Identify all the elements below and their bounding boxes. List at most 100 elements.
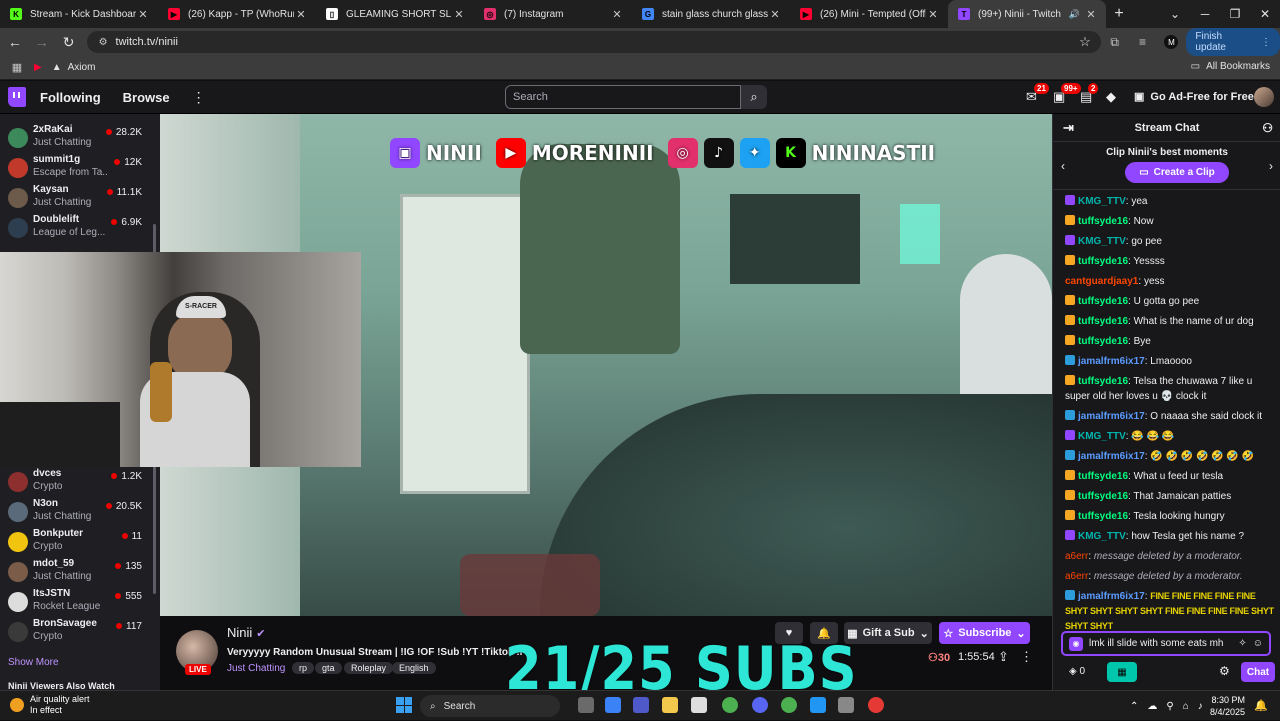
chat-username[interactable]: tuffsyde16 bbox=[1078, 296, 1128, 307]
twitch-logo-icon[interactable] bbox=[8, 87, 26, 107]
subscribe-button[interactable]: ☆ Subscribe ⌄ bbox=[939, 622, 1030, 644]
nav-following[interactable]: Following bbox=[40, 90, 101, 105]
chat-username[interactable]: KMG_TTV bbox=[1078, 236, 1126, 247]
user-avatar[interactable] bbox=[1254, 87, 1274, 107]
reload-button[interactable]: ↻ bbox=[57, 34, 81, 51]
chat-username[interactable]: jamalfrm6ix17 bbox=[1078, 451, 1145, 462]
site-info-icon[interactable]: ⚙ bbox=[99, 37, 108, 48]
channel-points-icon[interactable]: ◉ bbox=[1069, 636, 1083, 651]
copilot-icon[interactable] bbox=[605, 697, 621, 713]
bookmark-star-icon[interactable]: ☆ bbox=[1079, 34, 1091, 50]
more-options-icon[interactable]: ⋮ bbox=[1020, 649, 1033, 665]
channel-name[interactable]: Ninii ✔ bbox=[227, 625, 266, 640]
chat-username[interactable]: cantguardjaay1 bbox=[1065, 276, 1138, 287]
profile-avatar[interactable]: M bbox=[1164, 35, 1179, 49]
show-more-link[interactable]: Show More bbox=[8, 657, 59, 668]
bookmark-axiom[interactable]: ▲ Axiom bbox=[52, 62, 96, 73]
browser-tab[interactable]: T (99+) Ninii - Twitch 🔊 ✕ bbox=[948, 0, 1106, 28]
file-explorer-icon[interactable] bbox=[662, 697, 678, 713]
finish-update-button[interactable]: Finish update ⋮ bbox=[1186, 28, 1280, 56]
minimize-button[interactable]: ─ bbox=[1190, 7, 1220, 21]
back-button[interactable]: ← bbox=[3, 34, 27, 50]
chat-username[interactable]: a6err bbox=[1065, 571, 1088, 582]
calculator-icon[interactable] bbox=[838, 697, 854, 713]
gift-button[interactable]: ▦ bbox=[1107, 662, 1137, 682]
apps-grid-icon[interactable]: ▦ bbox=[0, 61, 34, 74]
chat-username[interactable]: jamalfrm6ix17 bbox=[1078, 356, 1145, 367]
sidebar-channel[interactable]: Doublelift League of Leg... 6.9K bbox=[0, 212, 160, 242]
chat-username[interactable]: tuffsyde16 bbox=[1078, 491, 1128, 502]
clock[interactable]: 8:30 PM 8/4/2025 bbox=[1205, 694, 1245, 718]
browser-tab[interactable]: K Stream - Kick Dashboard ✕ bbox=[0, 0, 158, 28]
all-bookmarks[interactable]: ▭ All Bookmarks bbox=[1191, 61, 1270, 72]
close-tab-icon[interactable]: ✕ bbox=[294, 8, 308, 21]
inbox-icon[interactable]: ✉ 21 bbox=[1026, 83, 1049, 105]
forward-button[interactable]: → bbox=[30, 34, 54, 50]
nav-browse[interactable]: Browse bbox=[123, 90, 170, 105]
sidebar-channel[interactable]: summit1g Escape from Ta... 12K bbox=[0, 152, 160, 182]
chat-username[interactable]: KMG_TTV bbox=[1078, 196, 1126, 207]
obs-icon[interactable] bbox=[868, 697, 884, 713]
sidebar-channel[interactable]: mdot_59 Just Chatting 135 bbox=[0, 556, 160, 586]
chat-username[interactable]: jamalfrm6ix17 bbox=[1078, 591, 1145, 602]
extensions-icon[interactable]: ⧉ bbox=[1101, 35, 1129, 50]
create-clip-button[interactable]: ▭ Create a Clip bbox=[1125, 162, 1229, 183]
chat-username[interactable]: a6err bbox=[1065, 551, 1088, 562]
more-menu-icon[interactable]: ⋮ bbox=[192, 89, 206, 106]
browser-tab[interactable]: ◎ (7) Instagram ✕ bbox=[474, 0, 632, 28]
go-adfree-button[interactable]: ▣ Go Ad-Free for Free bbox=[1134, 90, 1254, 104]
magic-wand-icon[interactable]: ✧ bbox=[1238, 638, 1246, 649]
channel-points[interactable]: ◈ 0 bbox=[1069, 666, 1085, 677]
whispers-icon[interactable]: ▣ 99+ bbox=[1053, 83, 1081, 105]
notification-center-icon[interactable]: 🔔 bbox=[1254, 699, 1268, 712]
close-tab-icon[interactable]: ✕ bbox=[610, 8, 624, 21]
store-icon[interactable] bbox=[691, 697, 707, 713]
close-tab-icon[interactable]: ✕ bbox=[136, 8, 150, 21]
browser-tab[interactable]: ▶ (26) Kapp - TP (WhoRunItNYC✕ bbox=[158, 0, 316, 28]
teams-icon[interactable] bbox=[633, 697, 649, 713]
close-tab-icon[interactable]: ✕ bbox=[1084, 8, 1098, 21]
close-window-button[interactable]: ✕ bbox=[1250, 7, 1280, 21]
sidebar-channel[interactable]: 2xRaKai Just Chatting 28.2K bbox=[0, 122, 160, 152]
bits-icon[interactable]: ◆ bbox=[1106, 89, 1116, 105]
close-tab-icon[interactable]: ✕ bbox=[926, 8, 940, 21]
send-chat-button[interactable]: Chat bbox=[1241, 662, 1275, 682]
chat-username[interactable]: KMG_TTV bbox=[1078, 531, 1126, 542]
browser-tab[interactable]: ▶ (26) Mini - Tempted (Official M✕ bbox=[790, 0, 948, 28]
share-icon[interactable]: ⇪ bbox=[998, 649, 1009, 665]
chat-input[interactable]: ◉ lmk ill slide with some eats mh ✧ ☺ bbox=[1061, 631, 1271, 656]
chat-username[interactable]: KMG_TTV bbox=[1078, 431, 1126, 442]
chat-username[interactable]: tuffsyde16 bbox=[1078, 376, 1128, 387]
chat-settings-icon[interactable]: ⚙ bbox=[1219, 664, 1230, 678]
tray-overflow-icon[interactable]: ⌃ bbox=[1130, 701, 1138, 712]
previous-arrow-icon[interactable]: ‹ bbox=[1061, 159, 1065, 173]
community-icon[interactable]: ⚇ bbox=[1262, 121, 1273, 135]
chat-username[interactable]: tuffsyde16 bbox=[1078, 216, 1128, 227]
tab-audio-icon[interactable]: 🔊 bbox=[1069, 9, 1080, 20]
chrome-icon[interactable] bbox=[722, 697, 738, 713]
chat-username[interactable]: tuffsyde16 bbox=[1078, 336, 1128, 347]
close-tab-icon[interactable]: ✕ bbox=[452, 8, 466, 21]
sidebar-channel[interactable]: Kaysan Just Chatting 11.1K bbox=[0, 182, 160, 212]
sidebar-channel[interactable]: N3on Just Chatting 20.5K bbox=[0, 496, 160, 526]
task-view-icon[interactable] bbox=[578, 697, 594, 713]
discord-icon[interactable] bbox=[752, 697, 768, 713]
start-button[interactable] bbox=[396, 697, 412, 713]
search-button[interactable]: ⌕ bbox=[741, 85, 767, 109]
chat-username[interactable]: tuffsyde16 bbox=[1078, 256, 1128, 267]
chrome-profile-icon[interactable] bbox=[781, 697, 797, 713]
chat-username[interactable]: jamalfrm6ix17 bbox=[1078, 411, 1145, 422]
media-controls-icon[interactable]: ≡ bbox=[1129, 35, 1157, 49]
sidebar-channel[interactable]: ItsJSTN Rocket League 555 bbox=[0, 586, 160, 616]
microphone-icon[interactable]: ⚲ bbox=[1166, 701, 1173, 712]
cloud-icon[interactable]: ☁ bbox=[1147, 701, 1157, 712]
bookmark-youtube[interactable]: ▶ bbox=[34, 62, 42, 73]
browser-tab[interactable]: Gstain glass church glass name✕ bbox=[632, 0, 790, 28]
stream-category[interactable]: Just Chatting bbox=[227, 663, 285, 674]
weather-widget[interactable]: Air quality alert In effect bbox=[10, 694, 90, 716]
sidebar-channel[interactable]: BronSavagee Crypto 117 bbox=[0, 616, 160, 646]
notepad-icon[interactable] bbox=[810, 697, 826, 713]
tag-english[interactable]: English bbox=[392, 662, 436, 674]
omnibox[interactable]: ⚙ twitch.tv/ninii ☆ bbox=[86, 31, 1101, 53]
volume-icon[interactable]: ♪ bbox=[1198, 701, 1203, 712]
